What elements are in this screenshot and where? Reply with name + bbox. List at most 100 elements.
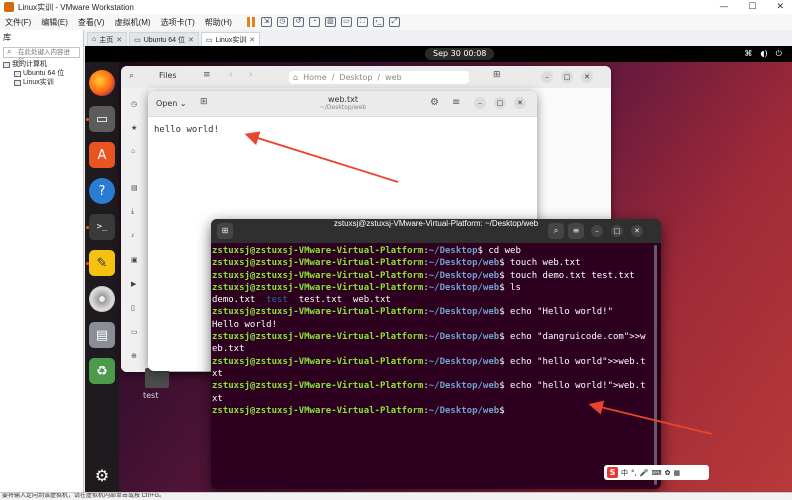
close-button[interactable]: ✕ xyxy=(631,225,643,237)
menu-edit[interactable]: 编辑(E) xyxy=(36,17,73,28)
close-button[interactable]: ✕ xyxy=(581,71,593,83)
snapshot-icon[interactable]: ◷ xyxy=(276,17,288,27)
starred-icon[interactable]: ★ xyxy=(131,124,137,132)
menu-file[interactable]: 文件(F) xyxy=(0,17,36,28)
minimize-button[interactable]: — xyxy=(719,0,728,14)
separator: / xyxy=(331,73,335,82)
ime-lang[interactable]: 中 xyxy=(621,468,628,478)
search-icon[interactable]: ⌕ xyxy=(129,71,134,81)
trash-icon[interactable]: ▯ xyxy=(131,304,135,312)
library-toggle-icon[interactable]: ▥ xyxy=(324,17,336,27)
close-button[interactable]: ✕ xyxy=(776,0,784,14)
terminal-line: zstuxsj@zstuxsj-VMware-Virtual-Platform:… xyxy=(212,270,652,282)
maximize-button[interactable]: □ xyxy=(561,71,573,83)
tab-home[interactable]: ⌂ 主页 ✕ xyxy=(87,32,128,46)
forward-icon[interactable]: › xyxy=(249,70,253,80)
ime-toolbar[interactable]: S 中 °, 🎤 ⌨ ✿ ▦ xyxy=(604,465,709,480)
tree-my-computer[interactable]: 我的计算机 xyxy=(0,60,83,69)
tree-linux-lab[interactable]: Linux实训 xyxy=(0,78,83,87)
pictures-icon[interactable]: ▣ xyxy=(131,256,138,264)
documents-icon[interactable]: ▤ xyxy=(131,184,138,192)
volume-icon: ◖) xyxy=(760,49,768,58)
help-icon[interactable]: ? xyxy=(89,178,115,204)
videos-icon[interactable]: ▶ xyxy=(131,280,136,288)
pause-icon[interactable] xyxy=(246,17,256,27)
revert-snapshot-icon[interactable]: ↺ xyxy=(292,17,304,27)
library-search-input[interactable]: 在此处键入内容进行... xyxy=(3,47,80,65)
music-icon[interactable]: ♪ xyxy=(131,232,135,239)
crumb-web[interactable]: web xyxy=(385,73,402,82)
snapshot-manager-icon[interactable]: ◔ xyxy=(308,17,320,27)
open-button[interactable]: Open ⌄ xyxy=(152,96,191,111)
vm-icon: ▭ xyxy=(205,36,213,44)
console-view-icon[interactable]: ›_ xyxy=(372,17,384,27)
toolbox-icon[interactable]: ▦ xyxy=(673,469,680,477)
folder-icon[interactable]: ▭ xyxy=(131,328,138,336)
skin-icon[interactable]: ✿ xyxy=(665,469,671,477)
desktop-folder-icon[interactable] xyxy=(145,368,169,388)
tab-ubuntu[interactable]: ▭ Ubuntu 64 位 ✕ xyxy=(129,32,199,46)
home-icon[interactable]: ⌂ xyxy=(131,148,135,155)
menu-icon[interactable]: ≡ xyxy=(568,223,584,239)
other-locations-icon[interactable]: ⊕ xyxy=(131,352,137,360)
crumb-home[interactable]: Home xyxy=(303,73,327,82)
menu-icon[interactable]: ≡ xyxy=(452,97,460,108)
tab-linux-lab[interactable]: ▭ Linux实训 ✕ xyxy=(200,32,261,46)
files-header: ⌕ Files ≡ ‹ › ⌂ Home / Desktop / web ⊞ –… xyxy=(121,66,611,88)
stretch-guest-icon[interactable]: ⤢ xyxy=(388,17,400,27)
minimize-button[interactable]: – xyxy=(591,225,603,237)
files-icon[interactable]: ▭ xyxy=(89,106,115,132)
menu-tabs[interactable]: 选项卡(T) xyxy=(156,17,200,28)
terminal-window[interactable]: ⊞ zstuxsj@zstuxsj-VMware-Virtual-Platfor… xyxy=(211,219,661,489)
crumb-desktop[interactable]: Desktop xyxy=(339,73,372,82)
menu-view[interactable]: 查看(V) xyxy=(73,17,110,28)
editor-content[interactable]: hello world! xyxy=(154,125,219,135)
mic-icon[interactable]: 🎤 xyxy=(640,469,649,477)
disc-icon[interactable] xyxy=(89,286,115,312)
tree-ubuntu[interactable]: Ubuntu 64 位 xyxy=(0,69,83,78)
maximize-button[interactable]: ☐ xyxy=(748,0,756,14)
fullscreen-icon[interactable]: ⛶ xyxy=(356,17,368,27)
send-ctrl-alt-del-icon[interactable]: ⇲ xyxy=(260,17,272,27)
settings-icon[interactable]: ⚙ xyxy=(430,97,439,108)
close-icon[interactable]: ✕ xyxy=(188,36,194,44)
punctuation-icon[interactable]: °, xyxy=(631,469,637,477)
app-center-icon[interactable]: A xyxy=(89,142,115,168)
clock[interactable]: Sep 30 00:08 xyxy=(425,48,495,60)
maximize-button[interactable]: □ xyxy=(494,97,506,109)
minimize-button[interactable]: – xyxy=(474,97,486,109)
search-icon[interactable]: ⌕ xyxy=(548,223,564,239)
thumbnail-icon[interactable]: ▭ xyxy=(340,17,352,27)
menu-help[interactable]: 帮助(H) xyxy=(200,17,237,28)
sogou-logo-icon[interactable]: S xyxy=(607,467,618,478)
menu-vm[interactable]: 虚拟机(M) xyxy=(110,17,156,28)
view-toggle-icon[interactable]: ⊞ xyxy=(493,70,501,80)
command-text: touch web.txt xyxy=(504,258,581,269)
text-editor-icon[interactable]: ✎ xyxy=(89,250,115,276)
downloads-icon[interactable]: ⤓ xyxy=(131,208,134,216)
terminal-output[interactable]: zstuxsj@zstuxsj-VMware-Virtual-Platform:… xyxy=(212,245,652,417)
breadcrumb[interactable]: ⌂ Home / Desktop / web xyxy=(289,71,469,84)
show-apps-icon[interactable]: ⚙ xyxy=(89,462,115,488)
keyboard-icon[interactable]: ⌨ xyxy=(651,469,661,477)
desktop-icon-label[interactable]: test xyxy=(143,391,158,400)
new-tab-icon[interactable]: ⊞ xyxy=(217,223,233,239)
command-text: echo "Hello world!" xyxy=(504,307,613,318)
firefox-icon[interactable] xyxy=(89,70,115,96)
terminal-scrollbar[interactable] xyxy=(654,245,657,485)
recent-icon[interactable]: ◷ xyxy=(131,100,137,108)
close-icon[interactable]: ✕ xyxy=(116,36,122,44)
maximize-button[interactable]: □ xyxy=(611,225,623,237)
minimize-button[interactable]: – xyxy=(541,71,553,83)
menu-icon[interactable]: ≡ xyxy=(203,70,211,80)
disk-utility-icon[interactable]: ▤ xyxy=(89,322,115,348)
close-button[interactable]: ✕ xyxy=(514,97,526,109)
new-tab-icon[interactable]: ⊞ xyxy=(200,97,208,107)
close-icon[interactable]: ✕ xyxy=(249,36,255,44)
guest-screen[interactable]: Sep 30 00:08 ⌘ ◖) ⏻ ▭ A ? >_ ✎ ▤ ♻ ⚙ ⌕ F… xyxy=(85,46,792,492)
status-area[interactable]: ⌘ ◖) ⏻ xyxy=(744,49,782,59)
separator: / xyxy=(377,73,381,82)
terminal-icon[interactable]: >_ xyxy=(89,214,115,240)
trash-icon[interactable]: ♻ xyxy=(89,358,115,384)
back-icon[interactable]: ‹ xyxy=(229,70,233,80)
